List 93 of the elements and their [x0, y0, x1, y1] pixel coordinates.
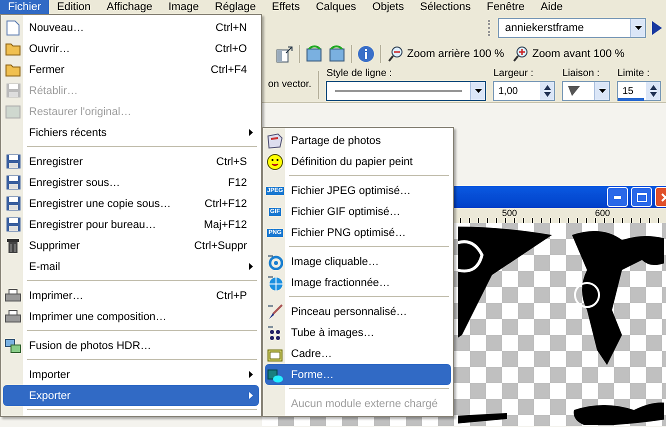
zoom-out-button[interactable]: Zoom arrière 100 %	[386, 46, 506, 62]
menu-item[interactable]: Enregistrer sous… F12	[3, 172, 259, 193]
menu-bar-item[interactable]: Calques	[308, 0, 364, 14]
menu-bar-item[interactable]: Objets	[364, 0, 412, 14]
limit-label: Limite :	[617, 68, 651, 79]
shortcut-label: Ctrl+F12	[204, 198, 247, 210]
folder-icon	[5, 62, 21, 76]
caret-icon	[474, 89, 482, 93]
spin-arrows-icon	[650, 85, 657, 97]
option-label: on vector.	[268, 79, 312, 90]
menu-bar-item[interactable]: Aide	[532, 0, 571, 14]
zoom-in-button[interactable]: Zoom avant 100 %	[511, 46, 627, 62]
menu-item[interactable]: Partage de photos	[265, 130, 451, 151]
menu-item[interactable]: Enregistrer Ctrl+S	[3, 151, 259, 172]
submenu-arrow-icon	[249, 263, 253, 270]
shortcut-label: Ctrl+O	[214, 42, 247, 54]
shape-icon	[267, 366, 283, 382]
join-label: Liaison :	[562, 68, 601, 79]
menu-item[interactable]: Fichiers récents	[3, 122, 259, 143]
folder-icon	[5, 42, 21, 56]
shortcut-label: Ctrl+P	[216, 290, 247, 302]
caret-icon	[634, 26, 642, 30]
menu-item[interactable]: Image fractionnée…	[265, 272, 451, 293]
menu-item[interactable]: Enregistrer une copie sous… Ctrl+F12	[3, 193, 259, 214]
quartered-circle-icon	[267, 274, 283, 290]
photo-share-icon	[267, 132, 283, 148]
trash-icon	[7, 238, 19, 254]
shortcut-label: F12	[228, 176, 247, 188]
menu-item[interactable]: Enregistrer pour bureau… Maj+F12	[3, 214, 259, 235]
shortcut-label: Ctrl+Suppr	[194, 240, 247, 252]
image-icon	[5, 104, 21, 118]
menu-bar-item[interactable]: Effets	[264, 0, 308, 14]
line-join-icon	[567, 85, 582, 97]
preset-dropdown[interactable]: anniekerstframe	[498, 18, 646, 38]
shortcut-label: Ctrl+F4	[210, 64, 247, 76]
menu-item[interactable]: Importer	[3, 364, 259, 385]
menu-item[interactable]: Fusion de photos HDR…	[3, 335, 259, 356]
menu-item[interactable]: Ouvrir… Ctrl+O	[3, 38, 259, 59]
menu-bar-item[interactable]: Fichier	[0, 0, 50, 14]
line-style-dropdown[interactable]	[326, 81, 486, 101]
menu-item[interactable]: Fermer Ctrl+F4	[3, 59, 259, 80]
rotate-left-icon[interactable]	[328, 45, 346, 63]
menu-item[interactable]: Définition du papier peint	[265, 151, 451, 172]
submenu-arrow-icon	[249, 371, 253, 378]
width-label: Largeur :	[493, 68, 534, 79]
menu-item[interactable]: Cadre…	[265, 343, 451, 364]
zoom-out-icon	[388, 46, 404, 62]
width-spinner[interactable]: 1,00	[493, 81, 556, 101]
dots-grid-icon	[267, 324, 283, 340]
maximize-button[interactable]	[631, 187, 652, 207]
printer-icon	[5, 288, 21, 302]
menu-bar-item[interactable]: Affichage	[98, 0, 160, 14]
menu-item[interactable]: Pinceau personnalisé…	[265, 301, 451, 322]
document-icon	[6, 20, 20, 36]
line-style-label: Style de ligne :	[326, 68, 393, 79]
menu-item[interactable]: Forme…	[265, 364, 451, 385]
target-icon	[267, 254, 283, 270]
resize-icon[interactable]	[276, 45, 294, 63]
menu-item[interactable]: Image cliquable…	[265, 251, 451, 272]
layered-images-icon	[5, 338, 21, 352]
ruler-label: 500	[502, 208, 518, 218]
menu-item[interactable]: Exporter	[3, 385, 259, 406]
shortcut-label: Ctrl+S	[216, 156, 247, 168]
menu-item[interactable]: Imprimer une composition…	[3, 306, 259, 327]
shortcut-label: Maj+F12	[204, 218, 247, 230]
caret-icon	[598, 89, 606, 93]
submenu-arrow-icon	[249, 129, 253, 136]
ruler-label: 600	[595, 208, 610, 218]
menu-bar-item[interactable]: Fenêtre	[478, 0, 533, 14]
zoom-in-icon	[513, 46, 530, 62]
minimize-icon	[614, 196, 621, 198]
menu-bar-item[interactable]: Sélections	[412, 0, 479, 14]
spin-arrows-icon	[544, 85, 551, 97]
smiley-icon	[267, 154, 283, 170]
menu-item[interactable]: Nouveau… Ctrl+N	[3, 17, 259, 38]
submenu-arrow-icon	[249, 392, 253, 399]
menu-item[interactable]: Supprimer Ctrl+Suppr	[3, 235, 259, 256]
menu-bar-item[interactable]: Edition	[49, 0, 99, 14]
shortcut-label: Ctrl+N	[216, 22, 247, 34]
minimize-button[interactable]	[607, 187, 628, 207]
menu-item[interactable]: E-mail	[3, 256, 259, 277]
menu-bar-item[interactable]: Image	[160, 0, 207, 14]
limit-spinner[interactable]: 15	[617, 81, 662, 101]
play-icon[interactable]	[652, 20, 662, 34]
printer-icon	[5, 310, 21, 324]
maximize-icon	[636, 192, 646, 202]
info-icon[interactable]	[357, 45, 375, 63]
menu-bar-item[interactable]: Réglage	[206, 0, 264, 14]
join-dropdown[interactable]	[562, 81, 610, 101]
menu-item[interactable]: Imprimer… Ctrl+P	[3, 285, 259, 306]
menu-item[interactable]: Tube à images…	[265, 322, 451, 343]
paintbrush-icon	[267, 304, 283, 320]
rotate-right-icon[interactable]	[305, 45, 323, 63]
